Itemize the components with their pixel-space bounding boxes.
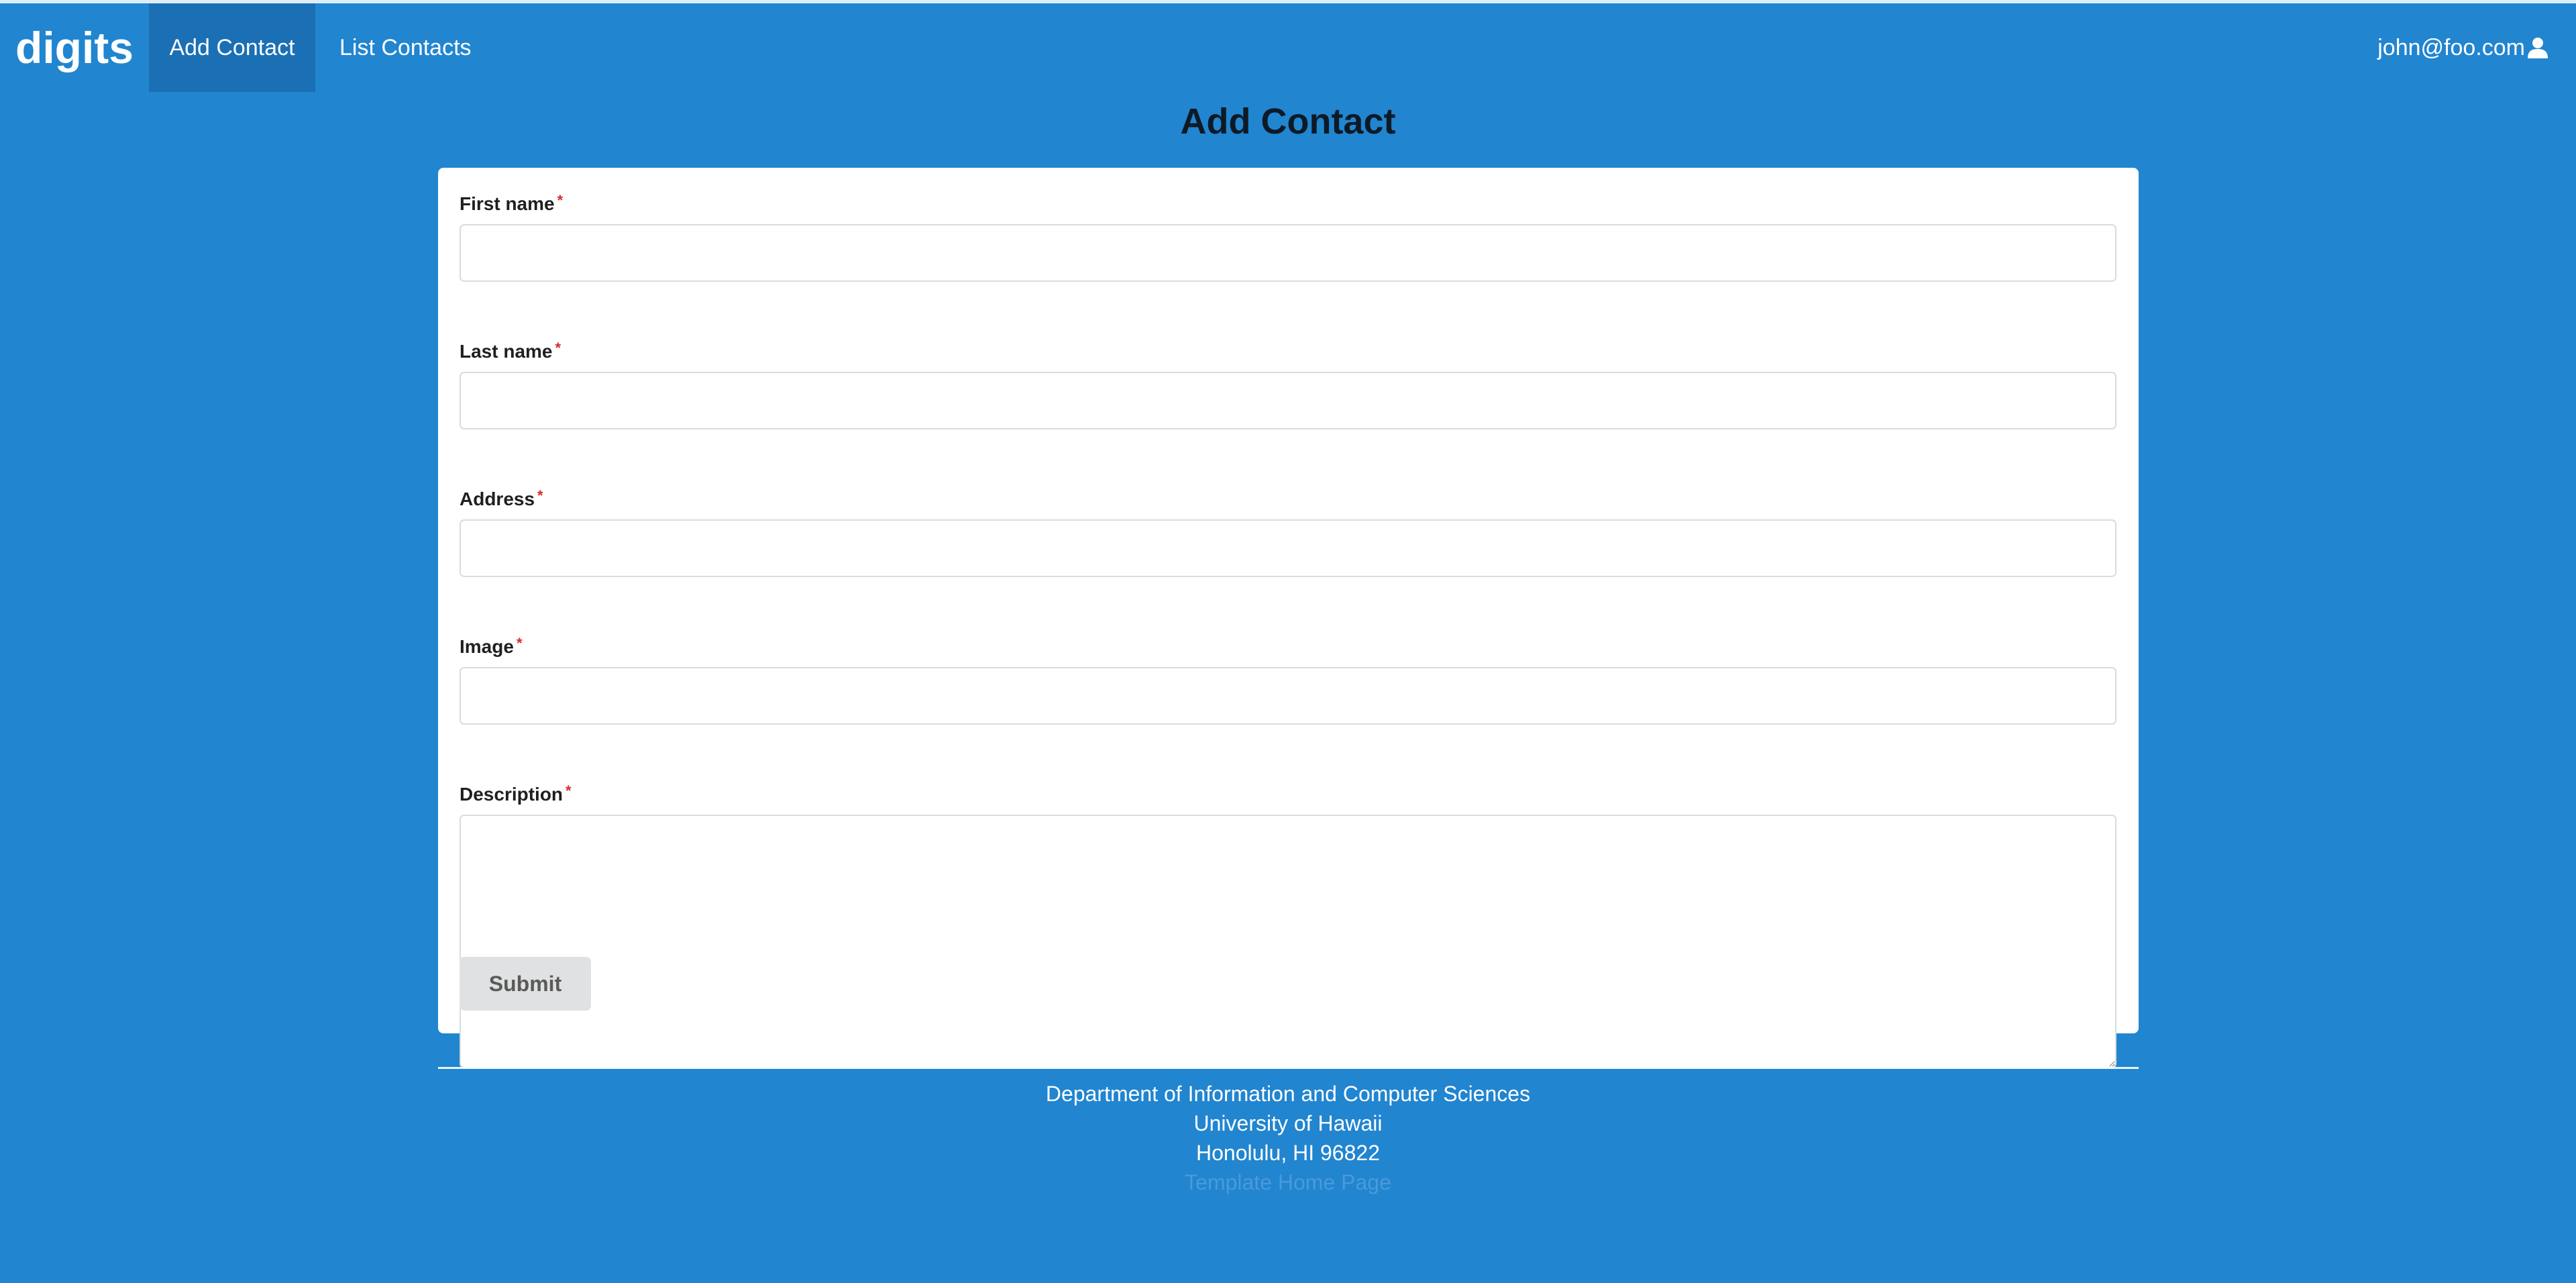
submit-button[interactable]: Submit [460,957,591,1011]
navbar: digits Add Contact List Contacts john@fo… [0,3,2576,92]
first-name-label-text: First name [460,193,555,214]
image-label-text: Image [460,636,514,657]
address-label: Address * [460,486,2117,521]
user-email: john@foo.com [2377,34,2525,60]
first-name-label: First name * [460,191,2117,225]
description-label-text: Description [460,784,564,805]
required-asterisk: * [566,782,572,799]
footer-divider [438,1067,2139,1069]
template-home-page-link[interactable]: Template Home Page [0,1168,2576,1197]
address-input[interactable] [460,519,2116,577]
last-name-label: Last name * [460,338,2117,373]
footer-location: Honolulu, HI 96822 [1196,1141,1380,1165]
footer-university: University of Hawaii [1193,1111,1383,1135]
field-image: Image * [460,633,2117,725]
image-label: Image * [460,633,2117,668]
user-menu[interactable]: john@foo.com [2377,3,2576,92]
field-last-name: Last name * [460,338,2117,429]
add-contact-form: First name * Last name * Address * Image * D… [438,168,2139,1068]
first-name-input[interactable] [460,224,2116,282]
description-label: Description * [460,781,2117,816]
page-title: Add Contact [1180,101,1396,142]
nav-add-contact[interactable]: Add Contact [149,3,315,92]
brand-logo[interactable]: digits [0,3,149,92]
field-description: Description * [460,781,2117,1068]
last-name-input[interactable] [460,372,2116,429]
required-asterisk: * [537,487,543,504]
nav-list-contacts[interactable]: List Contacts [315,3,496,92]
address-label-text: Address [460,489,535,509]
footer-department: Department of Information and Computer S… [1045,1082,1531,1106]
required-asterisk: * [555,340,561,356]
user-icon [2526,36,2549,59]
required-asterisk: * [557,192,564,209]
footer: Department of Information and Computer S… [0,1079,2576,1197]
last-name-label-text: Last name [460,341,553,362]
field-first-name: First name * [460,191,2117,282]
required-asterisk: * [516,635,523,652]
description-textarea[interactable] [460,815,2116,1068]
field-address: Address * [460,486,2117,577]
image-input[interactable] [460,667,2116,725]
